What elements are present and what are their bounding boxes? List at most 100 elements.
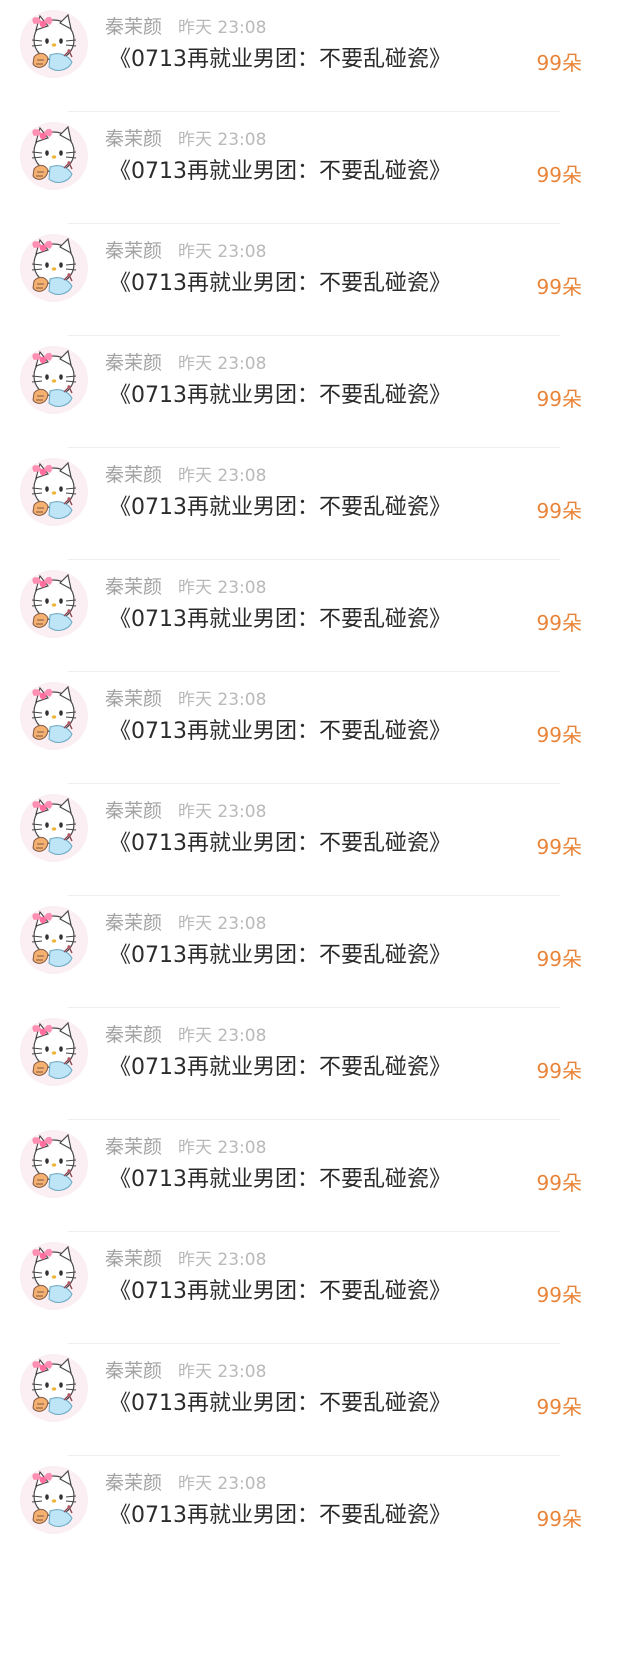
hello-kitty-avatar-icon [20,1354,88,1422]
message-meta: 秦茉颜 昨天 23:08 [105,238,266,264]
timestamp: 昨天 23:08 [178,1474,267,1494]
hello-kitty-avatar-icon [20,346,88,414]
message-meta: 秦茉颜 昨天 23:08 [105,1358,266,1384]
timestamp: 昨天 23:08 [178,802,267,822]
list-item[interactable]: 秦茉颜 昨天 23:08 《0713再就业男团：不要乱碰瓷》 99朵 [0,560,640,672]
message-meta: 秦茉颜 昨天 23:08 [105,1134,266,1160]
list-item[interactable]: 秦茉颜 昨天 23:08 《0713再就业男团：不要乱碰瓷》 99朵 [0,896,640,1008]
sender-name[interactable]: 秦茉颜 [105,688,162,710]
sender-name[interactable]: 秦茉颜 [105,464,162,486]
gift-count: 99朵 [536,499,582,523]
list-item[interactable]: 秦茉颜 昨天 23:08 《0713再就业男团：不要乱碰瓷》 99朵 [0,336,640,448]
sender-name[interactable]: 秦茉颜 [105,16,162,38]
list-item[interactable]: 秦茉颜 昨天 23:08 《0713再就业男团：不要乱碰瓷》 99朵 [0,1008,640,1120]
gift-count: 99朵 [536,1171,582,1195]
avatar[interactable] [20,10,88,78]
message-text: 《0713再就业男团：不要乱碰瓷》 [109,1503,451,1528]
message-text: 《0713再就业男团：不要乱碰瓷》 [109,159,451,184]
message-meta: 秦茉颜 昨天 23:08 [105,686,266,712]
avatar[interactable] [20,1466,88,1534]
sender-name[interactable]: 秦茉颜 [105,128,162,150]
list-item[interactable]: 秦茉颜 昨天 23:08 《0713再就业男团：不要乱碰瓷》 99朵 [0,1232,640,1344]
timestamp: 昨天 23:08 [178,914,267,934]
hello-kitty-avatar-icon [20,10,88,78]
message-text: 《0713再就业男团：不要乱碰瓷》 [109,1391,451,1416]
hello-kitty-avatar-icon [20,682,88,750]
gift-message-list: 秦茉颜 昨天 23:08 《0713再就业男团：不要乱碰瓷》 99朵 秦茉颜 昨天 … [0,0,640,1568]
list-item[interactable]: 秦茉颜 昨天 23:08 《0713再就业男团：不要乱碰瓷》 99朵 [0,112,640,224]
gift-count: 99朵 [536,723,582,747]
gift-count: 99朵 [536,1507,582,1531]
gift-count: 99朵 [536,947,582,971]
list-item[interactable]: 秦茉颜 昨天 23:08 《0713再就业男团：不要乱碰瓷》 99朵 [0,448,640,560]
sender-name[interactable]: 秦茉颜 [105,240,162,262]
message-meta: 秦茉颜 昨天 23:08 [105,1246,266,1272]
timestamp: 昨天 23:08 [178,1362,267,1382]
message-text: 《0713再就业男团：不要乱碰瓷》 [109,47,451,72]
timestamp: 昨天 23:08 [178,18,267,38]
sender-name[interactable]: 秦茉颜 [105,576,162,598]
gift-count: 99朵 [536,163,582,187]
hello-kitty-avatar-icon [20,1018,88,1086]
avatar[interactable] [20,458,88,526]
avatar[interactable] [20,906,88,974]
timestamp: 昨天 23:08 [178,578,267,598]
message-meta: 秦茉颜 昨天 23:08 [105,462,266,488]
sender-name[interactable]: 秦茉颜 [105,1360,162,1382]
timestamp: 昨天 23:08 [178,1138,267,1158]
gift-count: 99朵 [536,1283,582,1307]
hello-kitty-avatar-icon [20,906,88,974]
message-meta: 秦茉颜 昨天 23:08 [105,14,266,40]
avatar[interactable] [20,234,88,302]
sender-name[interactable]: 秦茉颜 [105,1024,162,1046]
gift-count: 99朵 [536,275,582,299]
sender-name[interactable]: 秦茉颜 [105,1248,162,1270]
timestamp: 昨天 23:08 [178,1250,267,1270]
hello-kitty-avatar-icon [20,1242,88,1310]
sender-name[interactable]: 秦茉颜 [105,352,162,374]
sender-name[interactable]: 秦茉颜 [105,1472,162,1494]
list-item[interactable]: 秦茉颜 昨天 23:08 《0713再就业男团：不要乱碰瓷》 99朵 [0,0,640,112]
hello-kitty-avatar-icon [20,458,88,526]
avatar[interactable] [20,346,88,414]
avatar[interactable] [20,570,88,638]
message-text: 《0713再就业男团：不要乱碰瓷》 [109,1167,451,1192]
avatar[interactable] [20,122,88,190]
message-text: 《0713再就业男团：不要乱碰瓷》 [109,1055,451,1080]
hello-kitty-avatar-icon [20,122,88,190]
timestamp: 昨天 23:08 [178,242,267,262]
message-text: 《0713再就业男团：不要乱碰瓷》 [109,943,451,968]
message-text: 《0713再就业男团：不要乱碰瓷》 [109,1279,451,1304]
sender-name[interactable]: 秦茉颜 [105,912,162,934]
message-meta: 秦茉颜 昨天 23:08 [105,1022,266,1048]
timestamp: 昨天 23:08 [178,354,267,374]
list-item[interactable]: 秦茉颜 昨天 23:08 《0713再就业男团：不要乱碰瓷》 99朵 [0,1456,640,1568]
avatar[interactable] [20,1018,88,1086]
list-item[interactable]: 秦茉颜 昨天 23:08 《0713再就业男团：不要乱碰瓷》 99朵 [0,224,640,336]
timestamp: 昨天 23:08 [178,130,267,150]
list-item[interactable]: 秦茉颜 昨天 23:08 《0713再就业男团：不要乱碰瓷》 99朵 [0,672,640,784]
avatar[interactable] [20,794,88,862]
gift-count: 99朵 [536,387,582,411]
message-meta: 秦茉颜 昨天 23:08 [105,798,266,824]
hello-kitty-avatar-icon [20,234,88,302]
timestamp: 昨天 23:08 [178,466,267,486]
message-text: 《0713再就业男团：不要乱碰瓷》 [109,719,451,744]
hello-kitty-avatar-icon [20,1466,88,1534]
sender-name[interactable]: 秦茉颜 [105,1136,162,1158]
avatar[interactable] [20,682,88,750]
gift-count: 99朵 [536,611,582,635]
avatar[interactable] [20,1242,88,1310]
message-meta: 秦茉颜 昨天 23:08 [105,574,266,600]
gift-count: 99朵 [536,1059,582,1083]
avatar[interactable] [20,1354,88,1422]
sender-name[interactable]: 秦茉颜 [105,800,162,822]
gift-count: 99朵 [536,1395,582,1419]
message-text: 《0713再就业男团：不要乱碰瓷》 [109,607,451,632]
message-text: 《0713再就业男团：不要乱碰瓷》 [109,271,451,296]
list-item[interactable]: 秦茉颜 昨天 23:08 《0713再就业男团：不要乱碰瓷》 99朵 [0,784,640,896]
list-item[interactable]: 秦茉颜 昨天 23:08 《0713再就业男团：不要乱碰瓷》 99朵 [0,1120,640,1232]
avatar[interactable] [20,1130,88,1198]
list-item[interactable]: 秦茉颜 昨天 23:08 《0713再就业男团：不要乱碰瓷》 99朵 [0,1344,640,1456]
message-meta: 秦茉颜 昨天 23:08 [105,910,266,936]
